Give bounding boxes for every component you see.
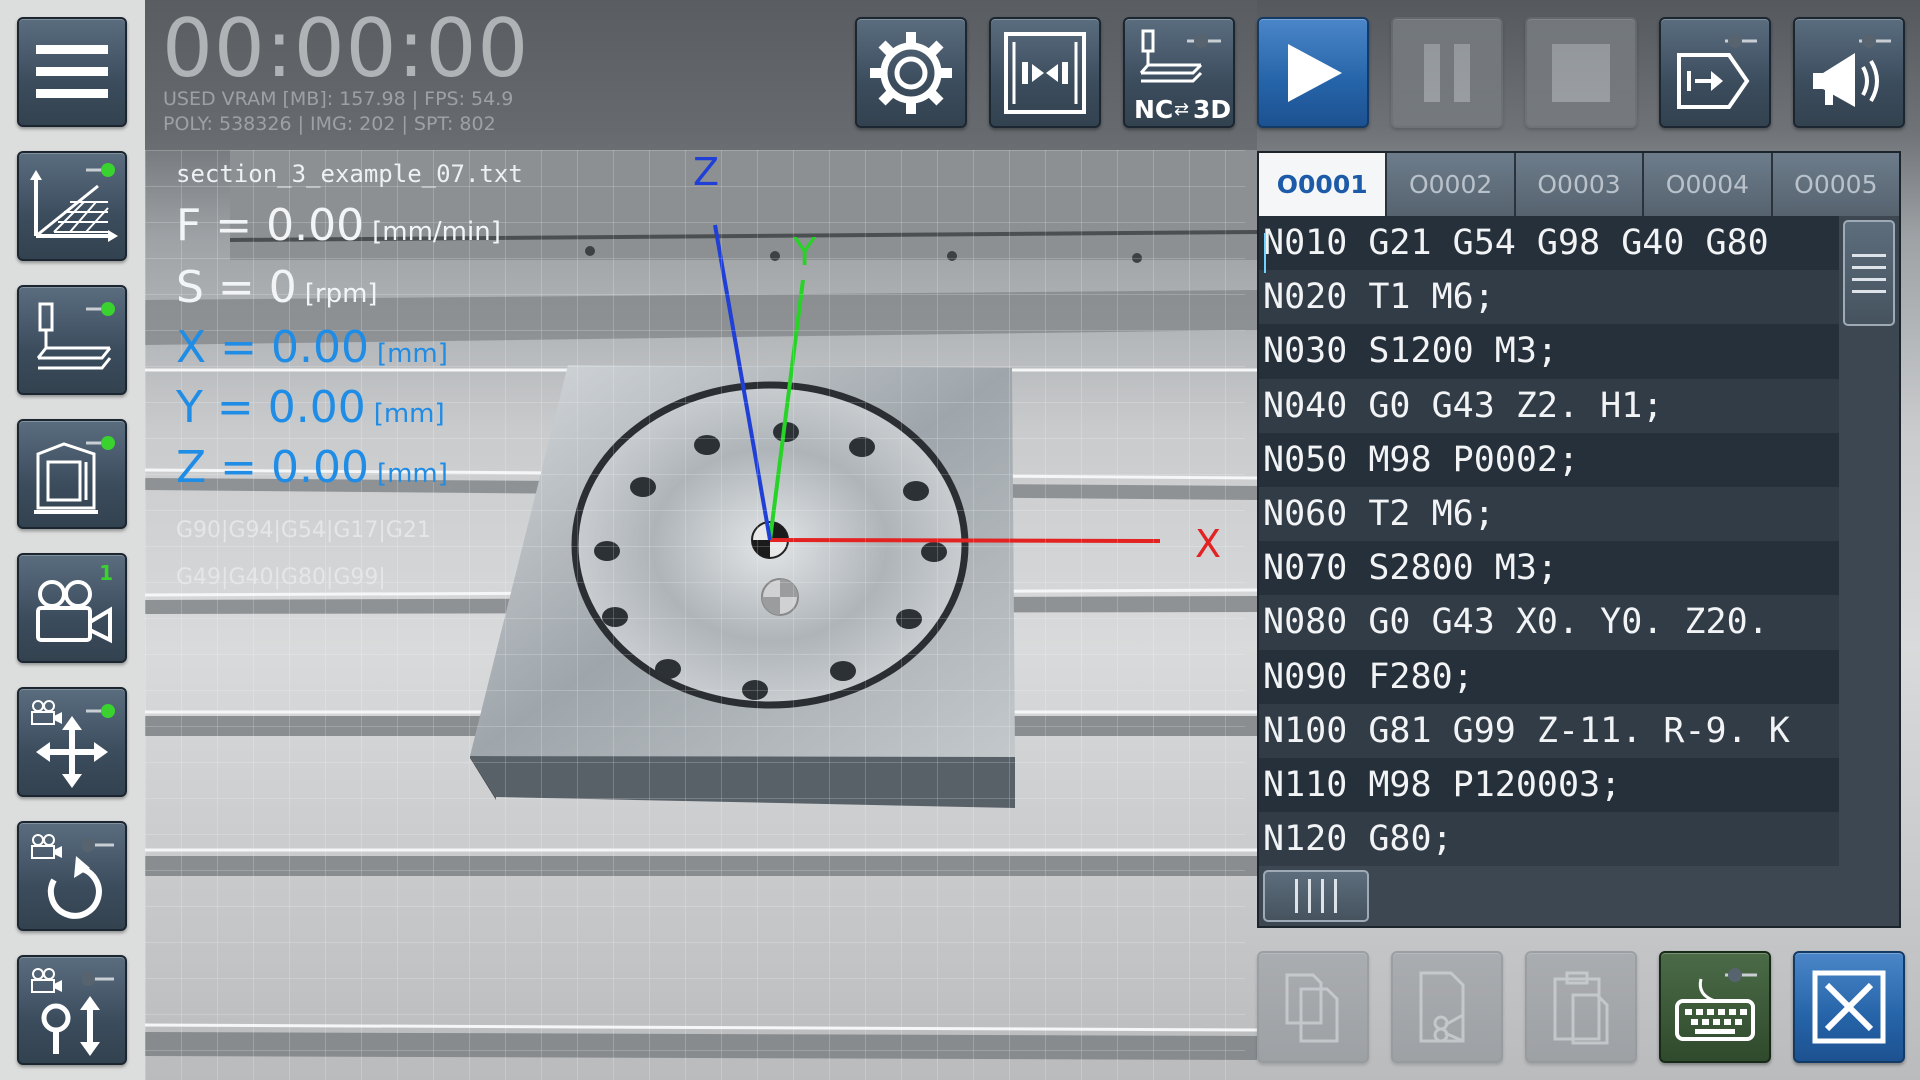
y-position-readout: Y = 0.00 [mm] bbox=[176, 382, 445, 433]
feed-value: F = 0.00 bbox=[176, 200, 365, 251]
program-tabs: O0001 O0002 O0003 O0004 O0005 bbox=[1259, 153, 1900, 216]
horizontal-scrollbar[interactable] bbox=[1259, 866, 1899, 926]
cut-icon bbox=[1419, 971, 1465, 1043]
machine-icon bbox=[34, 436, 115, 514]
doors-icon bbox=[1004, 31, 1086, 114]
vertical-scroll-thumb[interactable] bbox=[1843, 220, 1895, 326]
settings-gear-icon bbox=[870, 31, 952, 114]
program-editor: O0001 O0002 O0003 O0004 O0005 N010 G21 G… bbox=[1257, 151, 1901, 928]
camera-pan-button[interactable] bbox=[17, 687, 127, 797]
code-line[interactable]: N120 G80; bbox=[1259, 812, 1839, 866]
spindle-readout: S = 0 [rpm] bbox=[176, 262, 378, 313]
z-unit: [mm] bbox=[376, 459, 448, 489]
cut-button[interactable] bbox=[1391, 951, 1503, 1063]
nc-3d-toggle-button[interactable]: NC ⇄ 3D bbox=[1123, 17, 1235, 128]
code-line[interactable]: N060 T2 M6; bbox=[1259, 486, 1839, 542]
program-file-name: section_3_example_07.txt bbox=[176, 160, 523, 188]
tab-o0002[interactable]: O0002 bbox=[1387, 153, 1516, 216]
tool-path-toggle[interactable] bbox=[17, 285, 127, 395]
code-line[interactable]: N010 G21 G54 G98 G40 G80 bbox=[1259, 216, 1839, 271]
code-line[interactable]: N100 G81 G99 Z-11. R-9. K bbox=[1259, 703, 1839, 758]
keyboard-button[interactable] bbox=[1659, 951, 1771, 1063]
tab-o0001[interactable]: O0001 bbox=[1259, 153, 1388, 216]
spindle-unit: [rpm] bbox=[304, 279, 378, 309]
close-editor-button[interactable] bbox=[1793, 951, 1905, 1063]
machine-doors-button[interactable] bbox=[989, 17, 1101, 128]
axis-label-y: Y bbox=[793, 230, 817, 274]
camera-zoom-button[interactable] bbox=[17, 955, 127, 1065]
megaphone-icon bbox=[1813, 33, 1891, 107]
vertical-scrollbar[interactable] bbox=[1839, 216, 1899, 866]
text-caret bbox=[1264, 233, 1266, 273]
code-line[interactable]: N040 G0 G43 Z2. H1; bbox=[1259, 378, 1839, 433]
x-position-readout: X = 0.00 [mm] bbox=[176, 322, 448, 373]
vram-fps-stats: USED VRAM [MB]: 157.98 | FPS: 54.9 bbox=[163, 88, 514, 110]
code-line[interactable]: N050 M98 P0002; bbox=[1259, 432, 1839, 487]
camera-number-badge: 1 bbox=[99, 561, 113, 585]
stop-icon bbox=[1552, 43, 1610, 102]
modal-codes-row-2: G49|G40|G80|G99| bbox=[176, 565, 386, 590]
paste-button[interactable] bbox=[1525, 951, 1637, 1063]
export-icon bbox=[1677, 33, 1757, 109]
camera-select-button[interactable]: 1 bbox=[17, 553, 127, 663]
swap-arrow-glyph: ⇄ bbox=[1174, 99, 1190, 120]
pause-button[interactable] bbox=[1391, 17, 1503, 128]
tab-o0004[interactable]: O0004 bbox=[1644, 153, 1773, 216]
close-icon bbox=[1812, 970, 1886, 1044]
camera-rotate-icon bbox=[31, 834, 114, 919]
machine-housing-toggle[interactable] bbox=[17, 419, 127, 529]
code-line[interactable]: N070 S2800 M3; bbox=[1259, 541, 1839, 596]
camera-zoom-icon bbox=[31, 968, 114, 1056]
grid-axes-icon bbox=[30, 163, 118, 242]
nc-label: NC bbox=[1134, 95, 1174, 124]
feed-unit: [mm/min] bbox=[372, 217, 501, 247]
poly-img-spt-stats: POLY: 538326 | IMG: 202 | SPT: 802 bbox=[163, 113, 496, 135]
menu-button[interactable] bbox=[17, 17, 127, 127]
code-area[interactable]: N010 G21 G54 G98 G40 G80 N020 T1 M6; N03… bbox=[1259, 216, 1839, 866]
z-position-readout: Z = 0.00 [mm] bbox=[176, 442, 448, 493]
copy-icon bbox=[1285, 973, 1339, 1043]
play-icon bbox=[1288, 43, 1342, 102]
tab-o0003[interactable]: O0003 bbox=[1515, 153, 1645, 216]
play-button[interactable] bbox=[1257, 17, 1369, 128]
x-value: X = 0.00 bbox=[176, 322, 369, 373]
sound-button[interactable] bbox=[1793, 17, 1905, 128]
copy-button[interactable] bbox=[1257, 951, 1369, 1063]
3d-label: 3D bbox=[1193, 95, 1232, 124]
code-line[interactable]: N020 T1 M6; bbox=[1259, 270, 1839, 325]
export-button[interactable] bbox=[1659, 17, 1771, 128]
camera-rotate-button[interactable] bbox=[17, 821, 127, 931]
pause-icon bbox=[1424, 43, 1470, 102]
settings-button[interactable] bbox=[855, 17, 967, 128]
code-line[interactable]: N110 M98 P120003; bbox=[1259, 757, 1839, 813]
y-value: Y = 0.00 bbox=[176, 382, 366, 433]
hamburger-icon bbox=[36, 45, 108, 98]
tab-o0005[interactable]: O0005 bbox=[1772, 153, 1900, 216]
feed-readout: F = 0.00 [mm/min] bbox=[176, 200, 501, 251]
x-unit: [mm] bbox=[376, 339, 448, 369]
horizontal-scroll-thumb[interactable] bbox=[1263, 870, 1369, 922]
camera-move-icon bbox=[31, 700, 115, 788]
code-line[interactable]: N080 G0 G43 X0. Y0. Z20. bbox=[1259, 595, 1839, 650]
modal-codes-row-1: G90|G94|G54|G17|G21 bbox=[176, 518, 431, 543]
stop-button[interactable] bbox=[1525, 17, 1637, 128]
workpiece-coordinates-toggle[interactable] bbox=[17, 151, 127, 261]
axis-label-x: X bbox=[1195, 522, 1222, 566]
code-line[interactable]: N030 S1200 M3; bbox=[1259, 324, 1839, 379]
y-unit: [mm] bbox=[373, 399, 445, 429]
tool-path-icon bbox=[36, 302, 115, 370]
paste-icon bbox=[1553, 971, 1609, 1045]
keyboard-icon bbox=[1675, 968, 1757, 1041]
axis-label-z: Z bbox=[693, 150, 720, 194]
code-line[interactable]: N090 F280; bbox=[1259, 649, 1839, 704]
z-value: Z = 0.00 bbox=[176, 442, 369, 493]
spindle-value: S = 0 bbox=[176, 262, 297, 313]
simulation-timer: 00:00:00 bbox=[162, 2, 530, 95]
